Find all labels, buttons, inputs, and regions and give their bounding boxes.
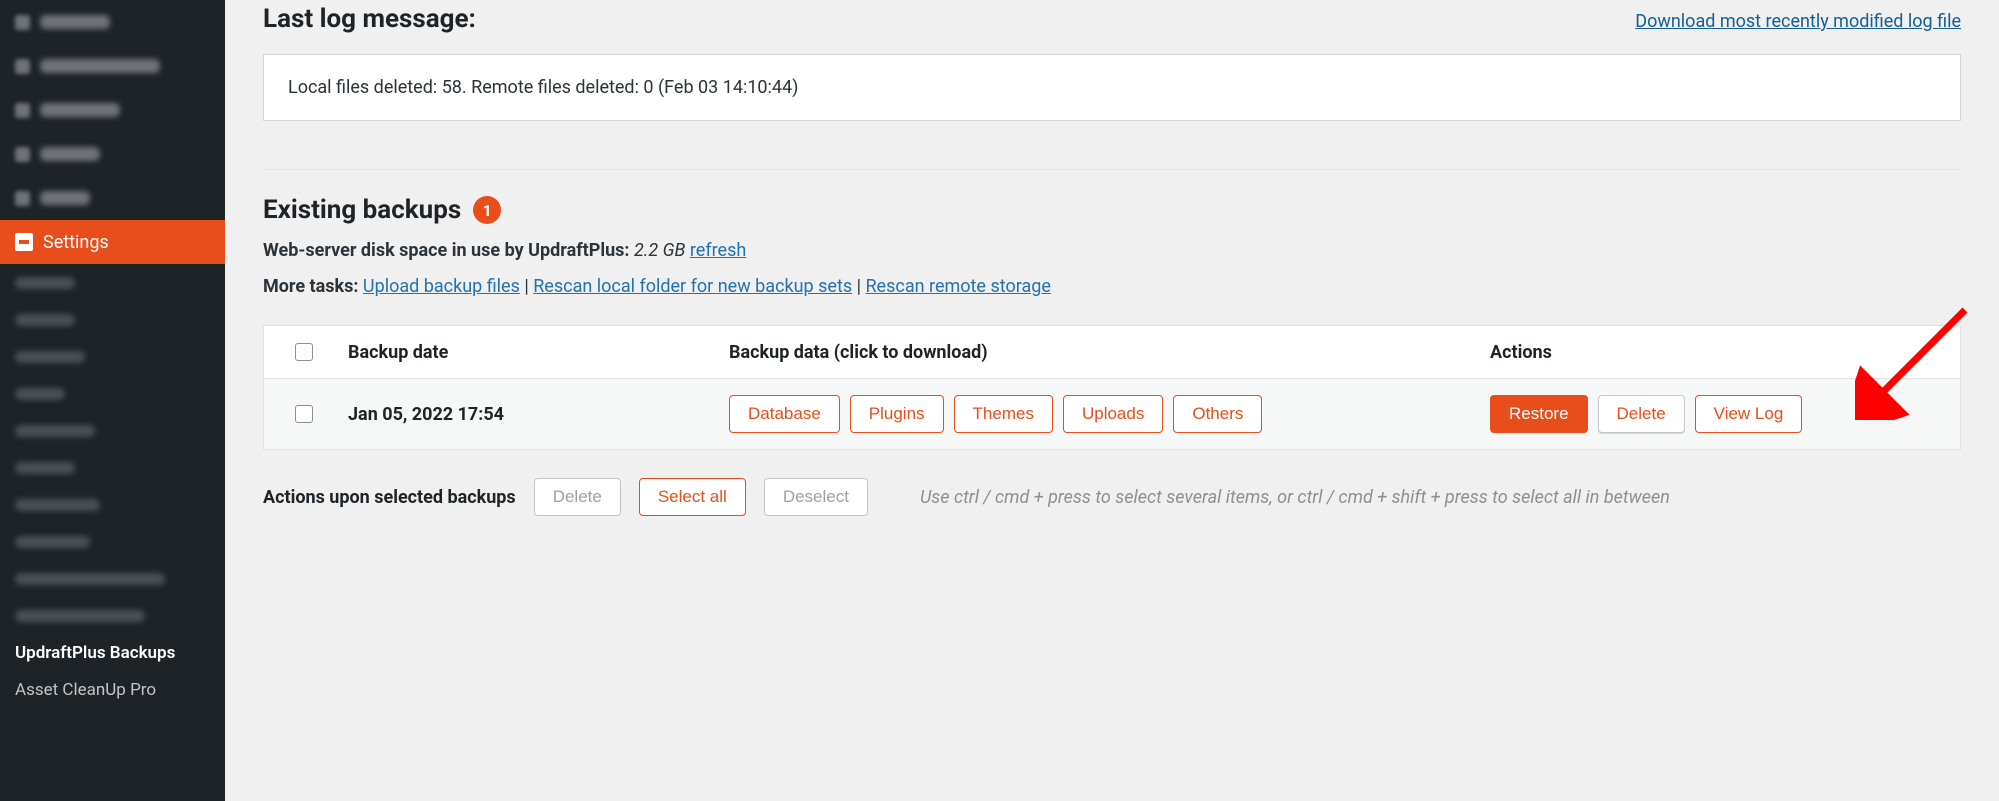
bulk-hint: Use ctrl / cmd + press to select several… [920,487,1670,508]
sidebar-item-blurred [0,132,225,176]
bulk-actions-row: Actions upon selected backups Delete Sel… [263,478,1961,516]
upload-backup-link[interactable]: Upload backup files [363,276,520,297]
rescan-local-link[interactable]: Rescan local folder for new backup sets [533,276,852,297]
sidebar-item-blurred [0,44,225,88]
backups-table: Backup date Backup data (click to downlo… [263,325,1961,450]
sidebar-subitem-blurred [0,449,225,486]
refresh-link[interactable]: refresh [690,240,746,261]
sidebar-subitem-blurred [0,523,225,560]
restore-button[interactable]: Restore [1490,395,1588,433]
disk-space-value: 2.2 GB [634,240,685,261]
log-message-box: Local files deleted: 58. Remote files de… [263,54,1961,121]
settings-icon [15,233,33,251]
row-checkbox[interactable] [295,405,313,423]
sidebar-subitem-blurred [0,560,225,597]
rescan-remote-link[interactable]: Rescan remote storage [865,276,1050,297]
delete-button[interactable]: Delete [1598,395,1685,433]
sidebar-item-label: Asset CleanUp Pro [15,680,156,700]
sidebar-item-label: Settings [43,232,109,253]
sidebar-subitem-blurred [0,597,225,634]
sidebar-subitem-blurred [0,375,225,412]
existing-backups-heading: Existing backups [263,195,461,225]
col-header-date: Backup date [344,342,729,363]
sidebar-item-blurred [0,88,225,132]
sidebar: Settings UpdraftPlus Backups Asset Clean… [0,0,225,801]
col-header-data: Backup data (click to download) [729,342,1490,363]
backup-count-badge: 1 [473,196,501,224]
sidebar-item-blurred [0,176,225,220]
sidebar-subitem-blurred [0,412,225,449]
select-all-checkbox[interactable] [295,343,313,361]
bulk-actions-label: Actions upon selected backups [263,487,516,508]
bulk-delete-button[interactable]: Delete [534,478,621,516]
sidebar-subitem-blurred [0,486,225,523]
table-row: Jan 05, 2022 17:54 Database Plugins Them… [264,379,1960,449]
download-themes-button[interactable]: Themes [954,395,1053,433]
sidebar-subitem-blurred [0,338,225,375]
disk-space-label: Web-server disk space in use by UpdraftP… [263,240,630,261]
more-tasks-label: More tasks: [263,276,358,297]
col-header-actions: Actions [1490,342,1960,363]
sidebar-item-updraftplus[interactable]: UpdraftPlus Backups [0,634,225,671]
sidebar-item-label: UpdraftPlus Backups [15,643,175,663]
download-others-button[interactable]: Others [1173,395,1262,433]
sidebar-item-settings[interactable]: Settings [0,220,225,264]
divider [263,169,1961,170]
more-tasks-line: More tasks: Upload backup files | Rescan… [263,276,1961,297]
bulk-select-all-button[interactable]: Select all [639,478,746,516]
sidebar-item-asset-cleanup[interactable]: Asset CleanUp Pro [0,671,225,708]
sidebar-subitem-blurred [0,301,225,338]
sidebar-subitem-blurred [0,264,225,301]
view-log-button[interactable]: View Log [1695,395,1803,433]
disk-space-line: Web-server disk space in use by UpdraftP… [263,240,1961,261]
download-database-button[interactable]: Database [729,395,840,433]
bulk-deselect-button[interactable]: Deselect [764,478,868,516]
main-content: Last log message: Download most recently… [225,0,1999,801]
last-log-heading: Last log message: [263,4,476,34]
download-uploads-button[interactable]: Uploads [1063,395,1163,433]
backup-date: Jan 05, 2022 17:54 [344,404,729,425]
download-plugins-button[interactable]: Plugins [850,395,944,433]
download-log-link[interactable]: Download most recently modified log file [1635,11,1961,32]
sidebar-item-blurred [0,0,225,44]
